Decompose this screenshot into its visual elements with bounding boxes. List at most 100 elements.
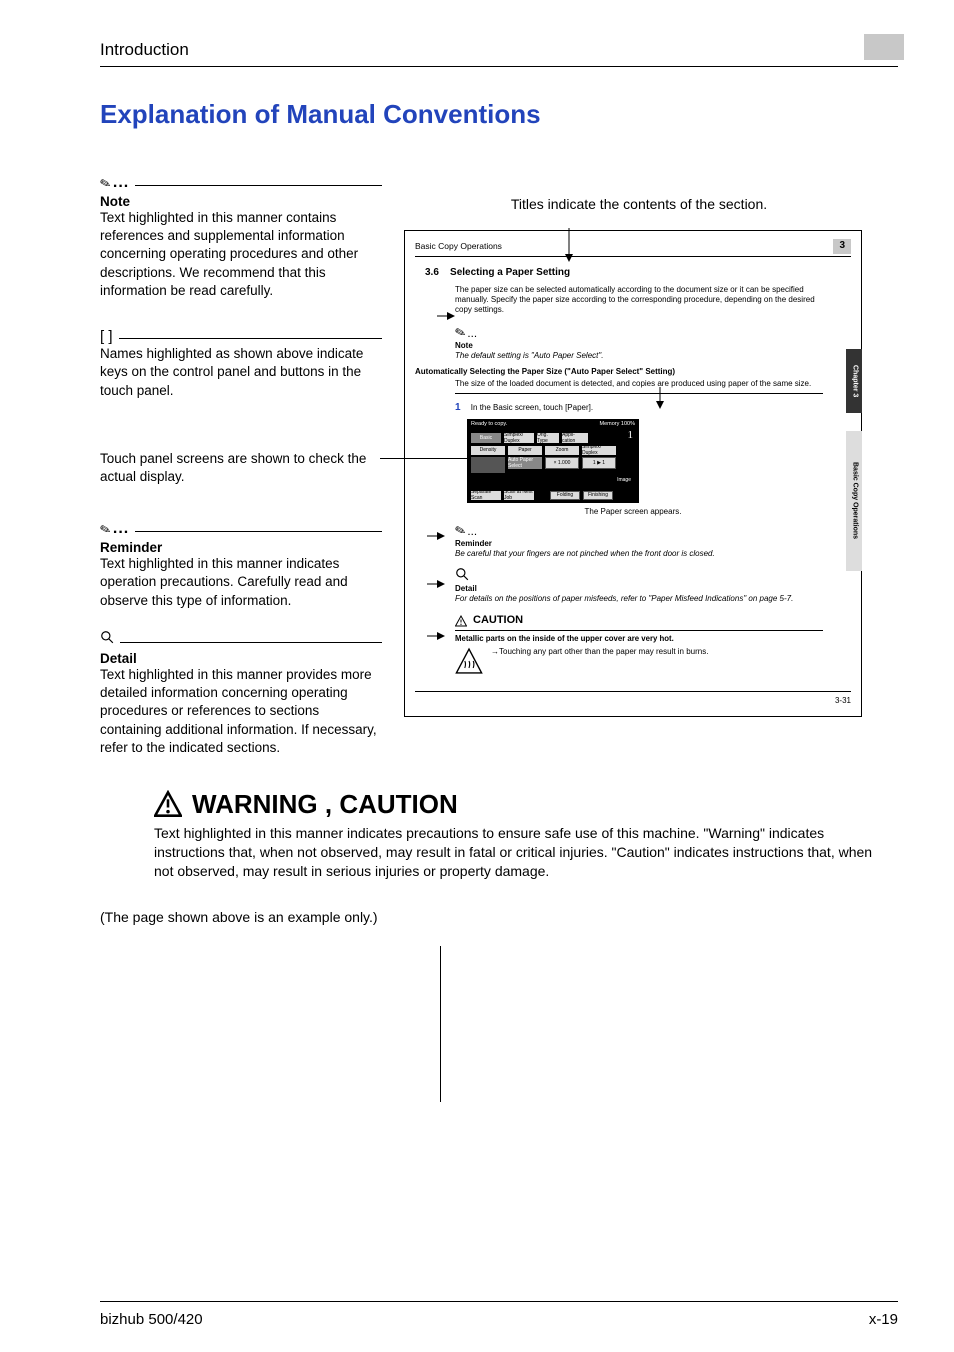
screen-btn: Folding [550, 491, 580, 500]
screen-btn: 1 ▶ 1 [582, 457, 616, 469]
screen-mem100: 100% [621, 421, 635, 427]
page-title: Explanation of Manual Conventions [100, 99, 898, 130]
magnifier-icon [100, 630, 114, 649]
bracket-icon: [ ] [100, 328, 113, 345]
screen-btn: Paper [508, 446, 542, 455]
screen-btn: Basic [471, 433, 501, 443]
sample-detail-head: Detail [455, 584, 477, 593]
screen-ready: Ready to copy. [471, 421, 507, 428]
sample-note-head: Note [455, 341, 473, 350]
keys-body: Names highlighted as shown above indicat… [100, 345, 382, 400]
note-body: Text highlighted in this manner contains… [100, 209, 382, 300]
sample-caution: CAUTION Metallic parts on the inside of … [455, 610, 823, 675]
sample-detail: Detail For details on the positions of p… [455, 567, 823, 604]
footer-rule [100, 1301, 898, 1302]
screen-btn: Scan at Next Job [504, 491, 534, 500]
sample-note: ✎ Note The default setting is "Auto Pape… [455, 325, 823, 361]
chapter-tab: Chapter 3 [846, 349, 862, 413]
sample-detail-body: For details on the positions of paper mi… [455, 594, 793, 603]
dots-icon [113, 174, 129, 192]
screen-btn: Simplex/ Duplex [582, 446, 616, 455]
section-number: 3.6 [425, 267, 439, 278]
touchscreen-thumbnail: Ready to copy. Memory 100% 1 Basic Simpl… [467, 419, 639, 503]
touch-block: Touch panel screens are shown to check t… [100, 450, 382, 486]
caution-bold: Metallic parts on the inside of the uppe… [455, 634, 823, 644]
step-number: 1 [455, 402, 461, 413]
note-heading: Note [100, 194, 382, 209]
sample-reminder-head: Reminder [455, 539, 492, 548]
magnifier-icon [455, 574, 469, 583]
sample-intro: The paper size can be selected automatic… [455, 285, 823, 315]
reminder-body: Text highlighted in this manner indicate… [100, 555, 382, 610]
screen-btn: Finishing [583, 491, 613, 500]
dots-icon [113, 520, 129, 538]
section-tab: Basic Copy Operations [846, 431, 862, 571]
sample-header-num: 3 [833, 239, 851, 254]
detail-block: Detail Text highlighted in this manner p… [100, 630, 382, 757]
arrow-icon [427, 531, 445, 541]
screen-memory: Memory [600, 421, 620, 427]
sample-reminder-body: Be careful that your fingers are not pin… [455, 549, 715, 558]
step-text: In the Basic screen, touch [Paper]. [471, 403, 593, 412]
screen-btn [471, 457, 505, 473]
reminder-heading: Reminder [100, 540, 382, 555]
leader-line [135, 185, 382, 186]
pencil-icon: ✎ [453, 324, 468, 343]
screen-caption: The Paper screen appears. [415, 507, 851, 517]
leader-line [135, 531, 382, 532]
example-note: (The page shown above is an example only… [100, 909, 898, 925]
pencil-icon: ✎ [98, 175, 113, 193]
warning-caution-section: WARNING , CAUTION Text highlighted in th… [154, 789, 892, 881]
screen-btn: Orig. Type [537, 433, 559, 443]
warning-body: Text highlighted in this manner indicate… [154, 824, 892, 881]
leader-line [440, 946, 441, 1102]
sample-note-body: The default setting is "Auto Paper Selec… [455, 351, 603, 360]
screen-btn: Separate Scan [471, 491, 501, 500]
sample-step1: 1 In the Basic screen, touch [Paper]. [455, 402, 823, 415]
caution-body-row: →Touching any part other than the paper … [455, 647, 823, 675]
warning-title: WARNING , CAUTION [192, 789, 458, 820]
dots-icon [468, 528, 478, 537]
screen-btn: Appli- cation [562, 433, 588, 443]
page: Introduction Explanation of Manual Conve… [0, 0, 954, 1352]
caution-header: CAUTION [455, 610, 823, 631]
titles-caption: Titles indicate the contents of the sect… [400, 196, 878, 212]
screen-count: 1 [628, 429, 634, 443]
screen-btn: Zoom [545, 446, 579, 455]
right-column: Titles indicate the contents of the sect… [400, 174, 878, 777]
arrow-icon [427, 579, 445, 589]
leader-line [119, 338, 382, 339]
note-block: ✎ Note Text highlighted in this manner c… [100, 174, 382, 300]
caution-text: Touching any part other than the paper m… [499, 647, 708, 656]
arrow-icon [427, 631, 445, 641]
arrow-icon [655, 387, 665, 409]
arrow-icon [437, 311, 455, 321]
section-name: Introduction [56, 40, 189, 60]
left-column: ✎ Note Text highlighted in this manner c… [100, 174, 400, 777]
warning-triangle-icon [154, 790, 182, 818]
detail-body: Text highlighted in this manner provides… [100, 666, 382, 757]
footer-row: bizhub 500/420 x-19 [100, 1311, 898, 1328]
sample-reminder: ✎ Reminder Be careful that your fingers … [455, 523, 823, 559]
sample-header: Basic Copy Operations 3 [415, 239, 851, 257]
sample-header-left: Basic Copy Operations [415, 241, 502, 252]
header-rule [100, 66, 898, 67]
reminder-block: ✎ Reminder Text highlighted in this mann… [100, 520, 382, 610]
keys-block: [ ] Names highlighted as shown above ind… [100, 328, 382, 400]
leader-line [120, 642, 382, 643]
detail-heading: Detail [100, 651, 382, 666]
screen-image: Image [617, 477, 631, 483]
caution-title: CAUTION [473, 614, 523, 628]
footer-page: x-19 [869, 1311, 898, 1328]
two-column-layout: ✎ Note Text highlighted in this manner c… [100, 174, 898, 777]
hot-surface-icon [455, 647, 483, 675]
pencil-icon: ✎ [453, 522, 468, 541]
warning-triangle-icon [455, 615, 467, 627]
screen-btn: Auto Paper Select [508, 457, 542, 469]
screen-btn: × 1.000 [545, 457, 579, 469]
dots-icon [468, 330, 478, 339]
screen-btn: Density [471, 446, 505, 455]
header-row: Introduction [56, 34, 898, 60]
page-edge-marker [864, 34, 904, 60]
screen-btn: Simplex/ Duplex [504, 433, 534, 443]
